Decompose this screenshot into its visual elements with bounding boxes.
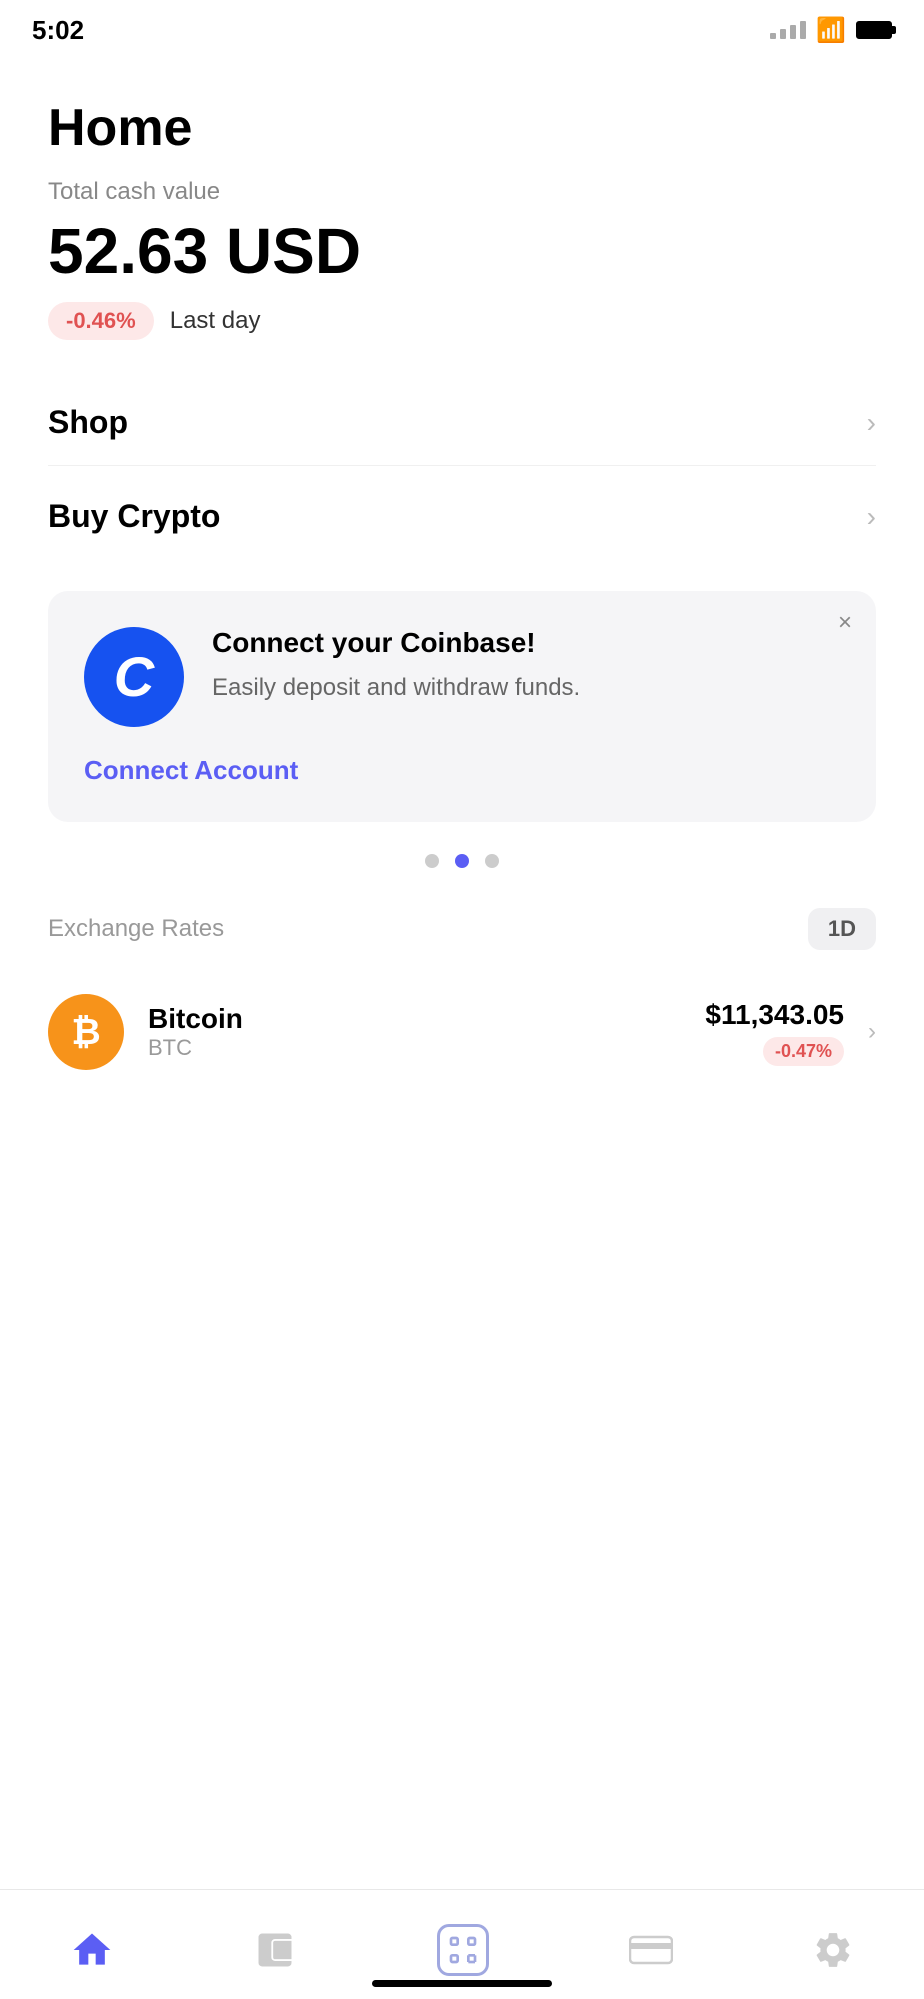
coinbase-title: Connect your Coinbase!: [212, 627, 840, 659]
cash-value-label: Total cash value: [48, 178, 876, 206]
bitcoin-price: $11,343.05: [705, 999, 844, 1031]
scan-icon: [437, 1924, 489, 1976]
exchange-rates-section: Exchange Rates 1D ₿ Bitcoin BTC $11,343.…: [48, 908, 876, 1086]
wallet-icon: [253, 1928, 297, 1972]
bitcoin-name: Bitcoin: [148, 1003, 681, 1035]
home-indicator: [372, 1980, 552, 1987]
bitcoin-icon: ₿: [48, 994, 124, 1070]
buy-crypto-chevron-icon: ›: [867, 501, 876, 533]
change-badge: -0.46%: [48, 302, 154, 340]
exchange-rates-label: Exchange Rates: [48, 915, 224, 943]
cash-value-amount: 52.63 USD: [48, 216, 876, 286]
bitcoin-change-badge: -0.47%: [763, 1037, 844, 1066]
coinbase-text-block: Connect your Coinbase! Easily deposit an…: [212, 627, 840, 705]
shop-label: Shop: [48, 404, 128, 441]
close-button[interactable]: ×: [838, 611, 852, 635]
total-cash-section: Total cash value 52.63 USD -0.46% Last d…: [48, 178, 876, 340]
main-content: Home Total cash value 52.63 USD -0.46% L…: [0, 54, 924, 1110]
battery-icon: [856, 21, 892, 39]
timeframe-badge[interactable]: 1D: [808, 908, 876, 950]
coinbase-card-content: C Connect your Coinbase! Easily deposit …: [84, 627, 840, 727]
home-icon: [70, 1928, 114, 1972]
nav-item-scan[interactable]: [437, 1924, 489, 1976]
status-bar: 5:02 📶: [0, 0, 924, 54]
dot-3: [485, 854, 499, 868]
coinbase-logo: C: [84, 627, 184, 727]
change-period: Last day: [170, 307, 261, 335]
shop-link[interactable]: Shop ›: [48, 380, 876, 466]
bitcoin-info: Bitcoin BTC: [148, 1003, 681, 1061]
settings-icon: [812, 1929, 854, 1971]
page-title: Home: [48, 98, 876, 158]
status-time: 5:02: [32, 15, 84, 46]
card-icon: [629, 1934, 673, 1966]
coinbase-description: Easily deposit and withdraw funds.: [212, 671, 840, 705]
bitcoin-row-chevron-icon: ›: [868, 1018, 876, 1046]
status-icons: 📶: [770, 16, 892, 45]
signal-dots-icon: [770, 21, 806, 39]
bitcoin-ticker: BTC: [148, 1035, 681, 1061]
nav-item-wallet[interactable]: [253, 1928, 297, 1972]
dot-1: [425, 854, 439, 868]
buy-crypto-label: Buy Crypto: [48, 498, 220, 535]
nav-item-settings[interactable]: [812, 1929, 854, 1971]
bitcoin-price-block: $11,343.05 -0.47%: [705, 999, 844, 1066]
dot-2-active: [455, 854, 469, 868]
shop-chevron-icon: ›: [867, 407, 876, 439]
pagination-dots: [48, 854, 876, 868]
bitcoin-row[interactable]: ₿ Bitcoin BTC $11,343.05 -0.47% ›: [48, 978, 876, 1086]
bitcoin-symbol-icon: ₿: [71, 1011, 100, 1053]
nav-item-card[interactable]: [629, 1934, 673, 1966]
change-row: -0.46% Last day: [48, 302, 876, 340]
nav-item-home[interactable]: [70, 1928, 114, 1972]
connect-account-link[interactable]: Connect Account: [84, 755, 298, 786]
coinbase-card: × C Connect your Coinbase! Easily deposi…: [48, 591, 876, 822]
wifi-icon: 📶: [816, 16, 846, 45]
exchange-rates-header: Exchange Rates 1D: [48, 908, 876, 950]
buy-crypto-link[interactable]: Buy Crypto ›: [48, 474, 876, 559]
coinbase-logo-letter: C: [114, 649, 154, 705]
